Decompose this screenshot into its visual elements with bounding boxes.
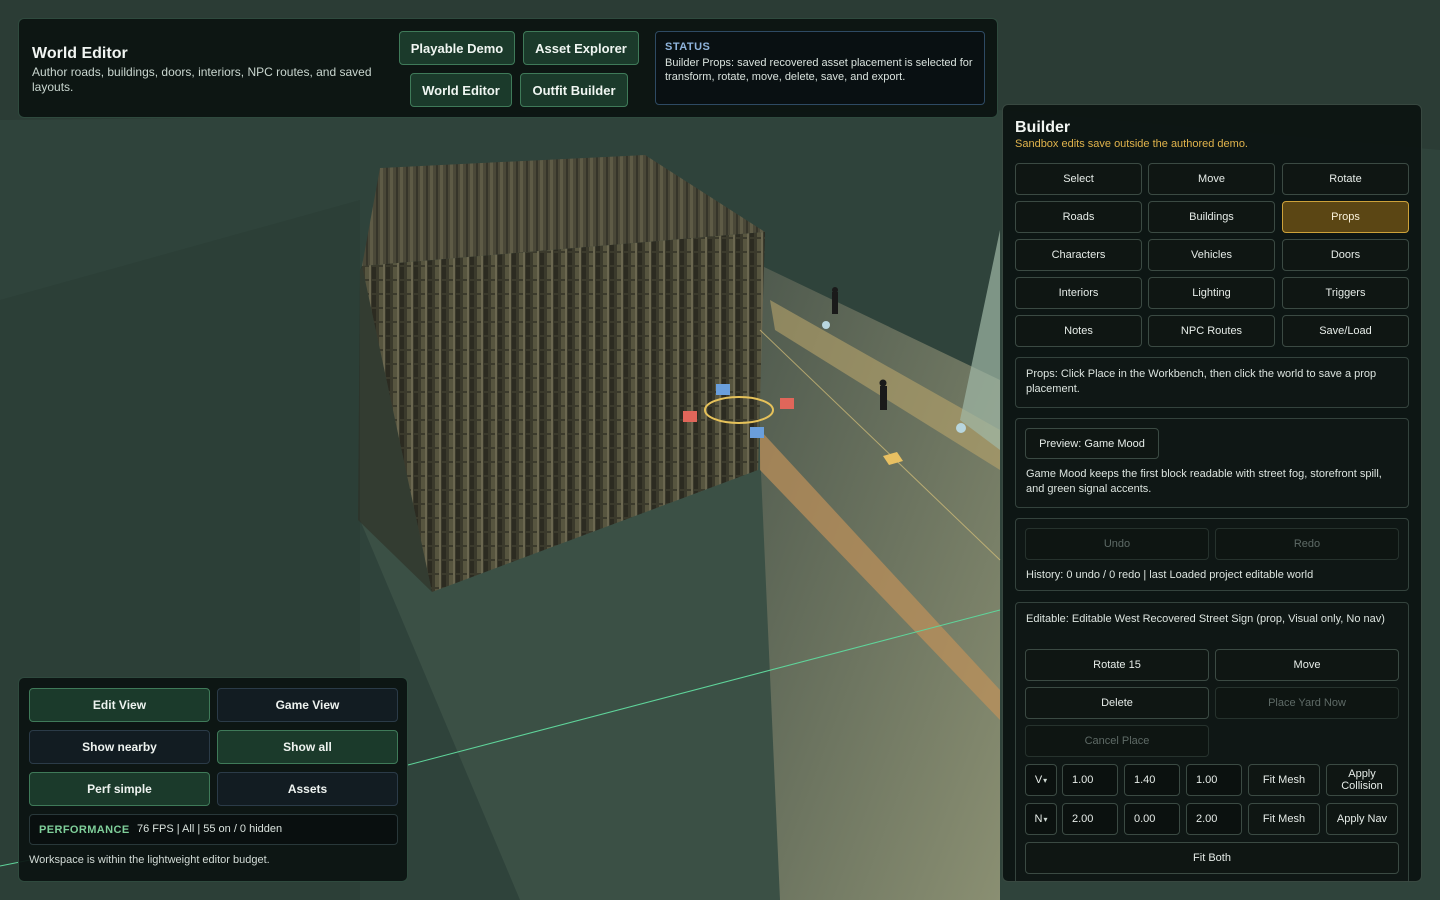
collision-y-input[interactable]: 1.40 bbox=[1124, 764, 1180, 796]
props-hint-box: Props: Click Place in the Workbench, the… bbox=[1015, 357, 1409, 408]
playable-demo-button[interactable]: Playable Demo bbox=[399, 31, 515, 65]
show-all-button[interactable]: Show all bbox=[217, 730, 398, 764]
header-panel: World Editor Author roads, buildings, do… bbox=[18, 18, 998, 118]
assets-button[interactable]: Assets bbox=[217, 772, 398, 806]
performance-note: Workspace is within the lightweight edit… bbox=[29, 854, 270, 866]
nav-z-input[interactable]: 2.00 bbox=[1186, 803, 1242, 835]
history-box: Undo Redo History: 0 undo / 0 redo | las… bbox=[1015, 518, 1409, 591]
tool-doors[interactable]: Doors bbox=[1282, 239, 1409, 271]
status-box: STATUS Builder Props: saved recovered as… bbox=[655, 31, 985, 105]
status-label: STATUS bbox=[665, 41, 711, 53]
editable-text: Editable: Editable West Recovered Street… bbox=[1026, 613, 1385, 625]
tool-roads[interactable]: Roads bbox=[1015, 201, 1142, 233]
undo-button[interactable]: Undo bbox=[1025, 528, 1209, 560]
builder-title: Builder bbox=[1015, 119, 1071, 136]
performance-label: PERFORMANCE bbox=[39, 824, 130, 836]
preview-box: Preview: Game Mood Game Mood keeps the f… bbox=[1015, 418, 1409, 508]
tool-move[interactable]: Move bbox=[1148, 163, 1275, 195]
nav-y-input[interactable]: 0.00 bbox=[1124, 803, 1180, 835]
tool-buildings[interactable]: Buildings bbox=[1148, 201, 1275, 233]
page-subtitle: Author roads, buildings, doors, interior… bbox=[32, 65, 372, 94]
redo-button[interactable]: Redo bbox=[1215, 528, 1399, 560]
collision-z-input[interactable]: 1.00 bbox=[1186, 764, 1242, 796]
chevron-down-icon: ▾ bbox=[1043, 814, 1048, 824]
collision-mode-select[interactable]: V ▾ bbox=[1025, 764, 1057, 796]
game-view-button[interactable]: Game View bbox=[217, 688, 398, 722]
history-text: History: 0 undo / 0 redo | last Loaded p… bbox=[1026, 569, 1314, 581]
nav-x-input[interactable]: 2.00 bbox=[1062, 803, 1118, 835]
edit-view-button[interactable]: Edit View bbox=[29, 688, 210, 722]
outfit-builder-button[interactable]: Outfit Builder bbox=[520, 73, 628, 107]
tool-save-load[interactable]: Save/Load bbox=[1282, 315, 1409, 347]
world-editor-button[interactable]: World Editor bbox=[410, 73, 512, 107]
preview-game-mood-button[interactable]: Preview: Game Mood bbox=[1025, 428, 1159, 459]
tool-characters[interactable]: Characters bbox=[1015, 239, 1142, 271]
apply-nav-button[interactable]: Apply Nav bbox=[1326, 803, 1398, 835]
chevron-down-icon: ▾ bbox=[1043, 775, 1048, 785]
delete-button[interactable]: Delete bbox=[1025, 687, 1209, 719]
apply-collision-button[interactable]: Apply Collision bbox=[1326, 764, 1398, 796]
nav-fit-mesh-button[interactable]: Fit Mesh bbox=[1248, 803, 1320, 835]
show-nearby-button[interactable]: Show nearby bbox=[29, 730, 210, 764]
nav-mode-value: N bbox=[1034, 813, 1043, 825]
builder-panel: Builder Sandbox edits save outside the a… bbox=[1002, 104, 1422, 882]
tool-rotate[interactable]: Rotate bbox=[1282, 163, 1409, 195]
perf-simple-button[interactable]: Perf simple bbox=[29, 772, 210, 806]
performance-value: 76 FPS | All | 55 on / 0 hidden bbox=[137, 823, 283, 835]
collision-x-input[interactable]: 1.00 bbox=[1062, 764, 1118, 796]
tool-interiors[interactable]: Interiors bbox=[1015, 277, 1142, 309]
collision-fit-mesh-button[interactable]: Fit Mesh bbox=[1248, 764, 1320, 796]
collision-mode-value: V bbox=[1034, 774, 1043, 786]
rotate-15-button[interactable]: Rotate 15 bbox=[1025, 649, 1209, 681]
cancel-place-button[interactable]: Cancel Place bbox=[1025, 725, 1209, 757]
asset-explorer-button[interactable]: Asset Explorer bbox=[523, 31, 639, 65]
tool-notes[interactable]: Notes bbox=[1015, 315, 1142, 347]
view-panel: Edit View Game View Show nearby Show all… bbox=[18, 677, 408, 882]
page-title: World Editor bbox=[32, 45, 128, 62]
fit-both-button[interactable]: Fit Both bbox=[1025, 842, 1399, 874]
tool-select[interactable]: Select bbox=[1015, 163, 1142, 195]
tool-npc-routes[interactable]: NPC Routes bbox=[1148, 315, 1275, 347]
tool-triggers[interactable]: Triggers bbox=[1282, 277, 1409, 309]
editable-box: Editable: Editable West Recovered Street… bbox=[1015, 602, 1409, 881]
tool-vehicles[interactable]: Vehicles bbox=[1148, 239, 1275, 271]
nav-mode-select[interactable]: N ▾ bbox=[1025, 803, 1057, 835]
builder-subtitle: Sandbox edits save outside the authored … bbox=[1015, 138, 1248, 150]
performance-box: PERFORMANCE 76 FPS | All | 55 on / 0 hid… bbox=[29, 814, 398, 845]
status-text: Builder Props: saved recovered asset pla… bbox=[665, 57, 973, 83]
tool-lighting[interactable]: Lighting bbox=[1148, 277, 1275, 309]
place-yard-now-button[interactable]: Place Yard Now bbox=[1215, 687, 1399, 719]
preview-text: Game Mood keeps the first block readable… bbox=[1026, 468, 1382, 495]
move-button[interactable]: Move bbox=[1215, 649, 1399, 681]
props-hint-text: Props: Click Place in the Workbench, the… bbox=[1026, 368, 1377, 395]
tool-props[interactable]: Props bbox=[1282, 201, 1409, 233]
